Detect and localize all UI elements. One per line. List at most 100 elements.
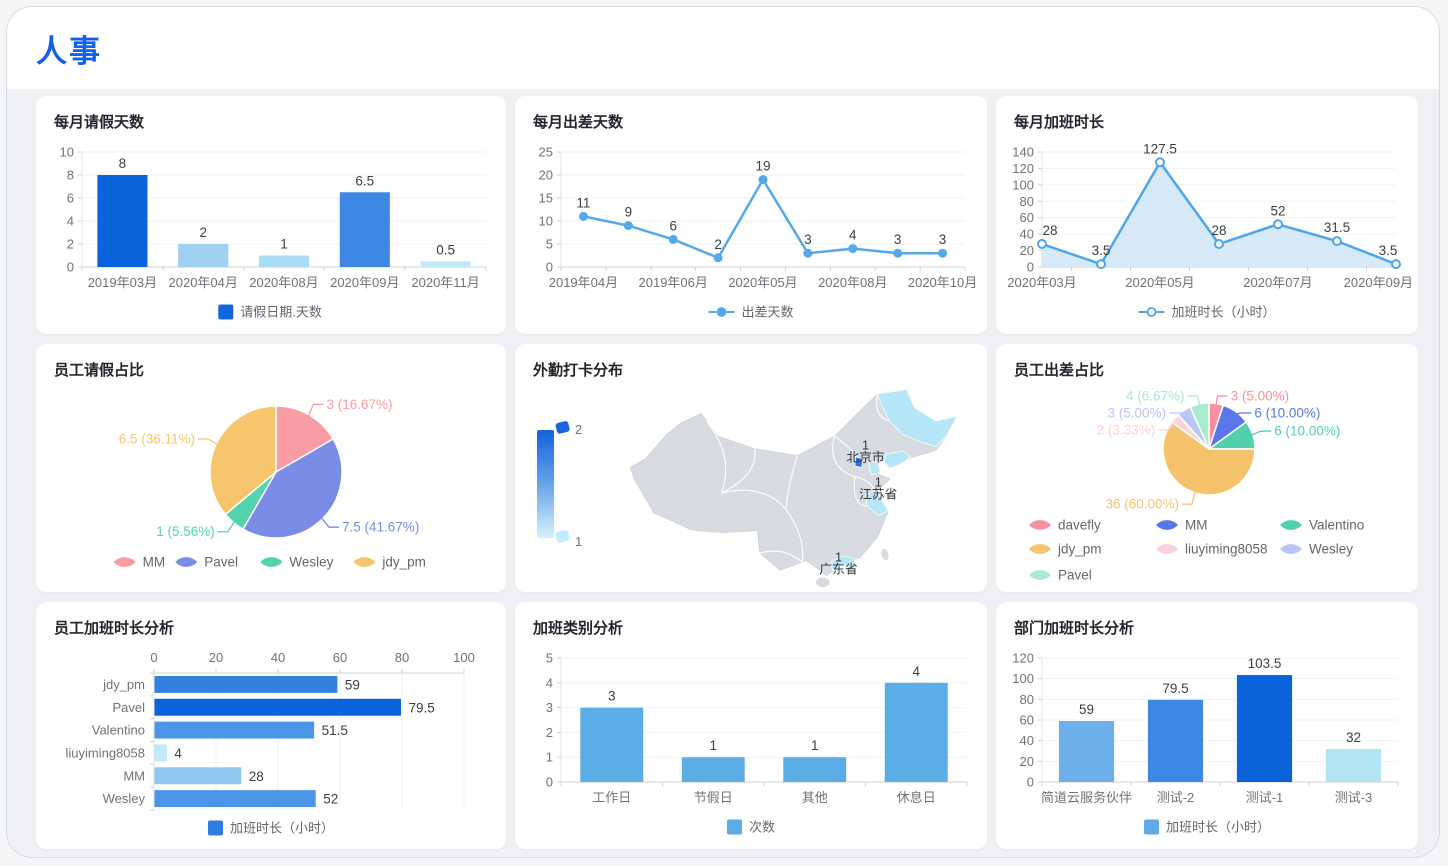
dashboard-header: 人事 [7,7,1439,89]
svg-text:0.5: 0.5 [436,242,455,257]
svg-text:1: 1 [546,750,553,765]
svg-text:2019年06月: 2019年06月 [639,275,708,290]
svg-text:liuyiming8058: liuyiming8058 [66,745,146,760]
panel-department-overtime: 部门加班时长分析 02040608010012059简道云服务伙伴79.5测试-… [996,602,1418,849]
svg-text:davefly: davefly [1058,518,1101,533]
svg-text:120: 120 [1012,161,1034,176]
dashboard-card: 人事 每月请假天数 024681082019年03月22020年04月12020… [6,6,1440,858]
svg-text:60: 60 [1020,210,1034,225]
svg-text:2020年03月: 2020年03月 [1007,275,1076,290]
svg-text:2020年09月: 2020年09月 [1344,275,1413,290]
svg-text:Pavel: Pavel [1058,568,1092,582]
svg-text:20: 20 [1020,243,1034,258]
panel-monthly-trip-days: 每月出差天数 0510152025119621934332019年04月2019… [515,96,987,334]
panel-monthly-leave-days: 每月请假天数 024681082019年03月22020年04月12020年08… [36,96,506,334]
svg-text:2: 2 [199,225,207,240]
svg-text:59: 59 [345,677,360,692]
svg-text:60: 60 [333,650,347,665]
svg-text:7.5 (41.67%): 7.5 (41.67%) [342,520,419,535]
svg-text:40: 40 [271,650,285,665]
pie-chart-trip-ratio[interactable]: 3 (5.00%)6 (10.00%)6 (10.00%)4 (6.67%)3 … [996,384,1418,581]
svg-text:2: 2 [575,422,582,437]
china-map-field-checkin[interactable]: 1北京市1江苏省1广东省21 [515,384,987,592]
pie-chart-leave-ratio[interactable]: 3 (16.67%)7.5 (41.67%)6.5 (36.11%)1 (5.5… [36,384,506,592]
svg-text:2: 2 [714,237,722,252]
svg-text:100: 100 [453,650,475,665]
bar-chart-department-overtime[interactable]: 02040608010012059简道云服务伙伴79.5测试-2103.5测试-… [996,642,1418,849]
svg-text:Wesley: Wesley [1309,542,1353,557]
svg-text:28: 28 [249,769,264,784]
svg-text:8: 8 [67,168,74,183]
svg-text:0: 0 [150,650,157,665]
svg-text:简道云服务伙伴: 简道云服务伙伴 [1041,790,1132,805]
svg-text:9: 9 [625,205,633,220]
svg-text:liuyiming8058: liuyiming8058 [1185,542,1268,557]
svg-text:31.5: 31.5 [1324,220,1350,235]
chart-title: 外勤打卡分布 [515,344,987,384]
svg-text:20: 20 [209,650,223,665]
svg-text:请假日期.天数: 请假日期.天数 [240,305,322,320]
svg-text:11: 11 [576,195,590,210]
svg-text:MM: MM [1185,518,1208,533]
svg-text:Pavel: Pavel [112,700,145,715]
svg-text:2020年10月: 2020年10月 [908,275,977,290]
svg-text:36 (60.00%): 36 (60.00%) [1105,497,1179,512]
svg-text:10: 10 [539,214,553,229]
svg-text:15: 15 [539,191,553,206]
svg-text:2020年08月: 2020年08月 [249,275,318,290]
svg-text:jdy_pm: jdy_pm [102,677,145,692]
svg-text:51.5: 51.5 [322,723,348,738]
svg-text:1: 1 [811,738,819,753]
svg-text:6.5: 6.5 [355,173,374,188]
svg-text:3: 3 [804,232,812,247]
svg-text:0: 0 [546,260,553,275]
svg-text:MM: MM [123,768,145,783]
svg-text:0: 0 [67,260,74,275]
svg-text:28: 28 [1042,223,1057,238]
bar-chart-overtime-category[interactable]: 0123453工作日1节假日1其他4休息日次数 [515,642,987,849]
svg-text:40: 40 [1020,733,1034,748]
svg-text:加班时长（小时）: 加班时长（小时） [230,821,334,836]
svg-text:3: 3 [939,232,947,247]
svg-text:2: 2 [67,237,74,252]
svg-text:广东省: 广东省 [819,561,857,576]
svg-text:80: 80 [395,650,409,665]
svg-text:59: 59 [1079,702,1094,717]
svg-text:19: 19 [755,159,770,174]
svg-text:79.5: 79.5 [1162,681,1188,696]
hbar-chart-employee-overtime[interactable]: 0 20 40 60 80 100 59 jdy_pm 79.5 Pavel 51.5 Valenti… [36,642,506,849]
svg-text:3.5: 3.5 [1092,243,1111,258]
line-chart-monthly-trip[interactable]: 0510152025119621934332019年04月2019年06月202… [515,136,987,334]
svg-text:加班时长（小时）: 加班时长（小时） [1172,305,1276,320]
panel-leave-ratio: 员工请假占比 3 (16.67%)7.5 (41.67%)6.5 (36.11%… [36,344,506,592]
bar-chart-monthly-leave[interactable]: 024681082019年03月22020年04月12020年08月6.5202… [36,136,506,334]
svg-text:加班时长（小时）: 加班时长（小时） [1166,820,1270,835]
svg-text:3 (5.00%): 3 (5.00%) [1231,389,1290,404]
svg-text:1 (5.56%): 1 (5.56%) [156,524,215,539]
svg-text:2020年05月: 2020年05月 [728,275,797,290]
svg-text:120: 120 [1012,651,1034,666]
svg-text:次数: 次数 [749,820,775,835]
svg-text:20: 20 [539,168,553,183]
svg-text:2 (3.33%): 2 (3.33%) [1097,423,1156,438]
svg-text:20: 20 [1020,754,1034,769]
panel-monthly-overtime: 每月加班时长 020406080100120140283.5127.528523… [996,96,1418,334]
svg-text:0: 0 [1027,775,1034,790]
svg-text:60: 60 [1020,713,1034,728]
svg-text:25: 25 [539,145,553,160]
chart-title: 每月加班时长 [996,96,1418,136]
svg-text:4: 4 [546,675,553,690]
dashboard: 人事 每月请假天数 024681082019年03月22020年04月12020… [0,0,1448,866]
svg-text:6 (10.00%): 6 (10.00%) [1274,424,1340,439]
svg-text:2020年07月: 2020年07月 [1243,275,1312,290]
svg-text:6.5 (36.11%): 6.5 (36.11%) [119,431,195,446]
svg-text:3: 3 [608,689,616,704]
svg-text:79.5: 79.5 [408,700,434,715]
chart-title: 员工加班时长分析 [36,602,506,642]
area-chart-monthly-overtime[interactable]: 020406080100120140283.5127.5285231.53.52… [996,136,1418,334]
svg-text:4: 4 [67,214,74,229]
svg-text:103.5: 103.5 [1248,656,1282,671]
svg-text:Valentino: Valentino [92,723,145,738]
svg-text:出差天数: 出差天数 [742,305,794,320]
chart-title: 部门加班时长分析 [996,602,1418,642]
